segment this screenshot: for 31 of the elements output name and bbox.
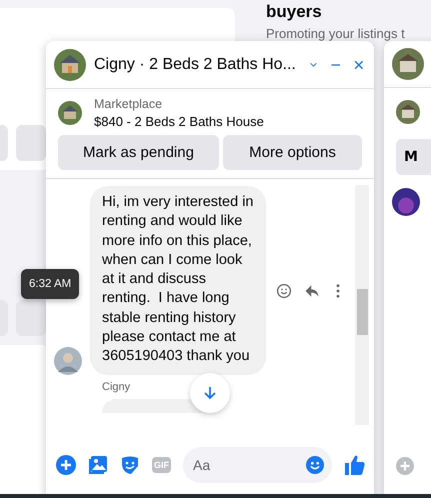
- message-input[interactable]: Aa: [183, 447, 332, 483]
- more-icon[interactable]: [336, 284, 340, 298]
- scroll-down-button[interactable]: [190, 373, 230, 413]
- chat-title[interactable]: Cigny · 2 Beds 2 Baths Ho...: [94, 56, 296, 74]
- action-button[interactable]: M: [396, 139, 431, 175]
- section-text: Promoting your listings t: [266, 26, 406, 41]
- house-avatar-icon: [396, 100, 420, 124]
- plus-icon[interactable]: [56, 455, 76, 475]
- profile-avatar-icon[interactable]: [392, 188, 420, 216]
- image-icon[interactable]: [88, 455, 108, 475]
- action-button[interactable]: Mark as pending: [58, 135, 219, 170]
- timestamp-tooltip: 6:32 AM: [21, 269, 80, 299]
- emoji-icon[interactable]: [306, 456, 324, 474]
- listing-title: $840 - 2 Beds 2 Baths House: [94, 114, 264, 129]
- house-avatar-icon: [58, 101, 82, 125]
- message-bubble: Hi, im very interested in renting and would like more info on this place, when can I come look at it and discuss renting. I have long stable renting history please contact me at 3605190403 thank you: [90, 186, 266, 375]
- chevron-down-icon[interactable]: [310, 60, 317, 68]
- sticker-icon[interactable]: [120, 455, 140, 475]
- sender-name: Cigny: [102, 380, 132, 393]
- button-background: [16, 125, 46, 161]
- thumbs-up-icon[interactable]: [344, 454, 366, 476]
- scrollbar[interactable]: [355, 185, 369, 425]
- reply-icon[interactable]: [304, 283, 320, 299]
- house-avatar-icon[interactable]: [392, 48, 424, 80]
- house-avatar-icon[interactable]: [54, 48, 86, 80]
- button-background: [16, 300, 46, 336]
- action-button[interactable]: More options: [223, 135, 362, 170]
- section-heading: buyers: [266, 1, 323, 23]
- arrow-down-icon: [202, 385, 218, 401]
- listing-source: Marketplace: [94, 97, 164, 111]
- smiley-icon[interactable]: [276, 283, 292, 299]
